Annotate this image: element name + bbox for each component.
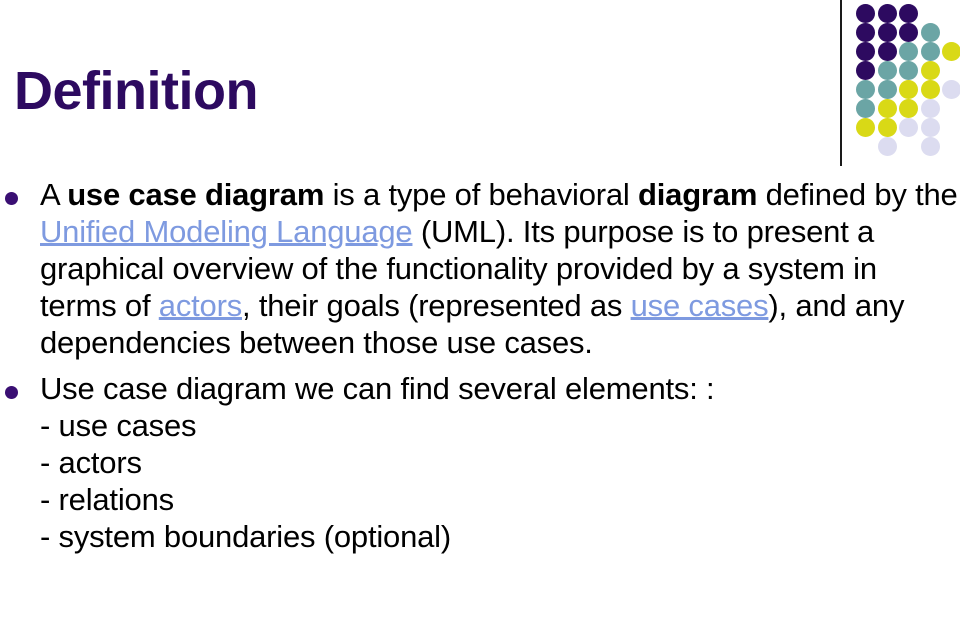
text-run: is a type of behavioral	[324, 177, 638, 212]
decorative-dot	[877, 42, 897, 61]
decorative-dot	[899, 42, 918, 61]
text-run: defined by the	[757, 177, 958, 212]
bullet-2-sub-list: - use cases - actors - relations - system b…	[40, 407, 960, 555]
hyperlink[interactable]: actors	[159, 288, 242, 323]
emphasized-text: diagram	[638, 177, 758, 212]
bullet-marker-icon	[5, 192, 18, 205]
hyperlink[interactable]: use cases	[631, 288, 769, 323]
decorative-dot	[920, 42, 940, 61]
text-run: , their goals (represented as	[242, 288, 631, 323]
slide-body: A use case diagram is a type of behavior…	[0, 176, 960, 555]
decorative-dot	[899, 4, 918, 23]
decorative-dot	[856, 4, 875, 23]
decorative-dot	[899, 118, 918, 137]
decorative-dot	[920, 61, 940, 80]
decorative-dot	[899, 61, 918, 80]
decorative-dot	[920, 80, 940, 99]
decorative-dot	[877, 99, 897, 118]
decorative-dot	[899, 99, 918, 118]
bullet-1-text: A use case diagram is a type of behavior…	[40, 176, 960, 361]
decorative-dot	[920, 99, 940, 118]
decorative-dot	[856, 99, 875, 118]
sub-list-item: - relations	[40, 482, 174, 517]
decorative-dot	[920, 137, 940, 156]
header-divider-line	[840, 0, 842, 166]
page-title: Definition	[14, 61, 258, 121]
sub-list-item: - use cases	[40, 408, 197, 443]
decorative-dot	[856, 118, 875, 137]
decorative-dot	[877, 23, 897, 42]
decorative-dot	[877, 118, 897, 137]
emphasized-text: use case diagram	[67, 177, 325, 212]
decorative-dot	[856, 61, 875, 80]
decorative-dot-grid	[856, 4, 960, 156]
decorative-dot	[877, 4, 897, 23]
text-run: A	[40, 177, 68, 212]
decorative-dot	[920, 23, 940, 42]
bullet-item-1: A use case diagram is a type of behavior…	[0, 176, 960, 361]
decorative-dot	[877, 80, 897, 99]
sub-list-item: - actors	[40, 445, 142, 480]
sub-list-item: - system boundaries (optional)	[40, 519, 451, 554]
decorative-dot	[856, 42, 875, 61]
hyperlink[interactable]: Unified Modeling Language	[40, 214, 413, 249]
bullet-item-2: Use case diagram we can find several ele…	[0, 370, 960, 555]
decorative-dot	[899, 23, 918, 42]
text-run: Use case diagram we can find several ele…	[40, 371, 715, 406]
slide-canvas: Definition A use case diagram is a type …	[0, 0, 960, 638]
decorative-dot	[856, 23, 875, 42]
decorative-dot	[856, 80, 875, 99]
decorative-dot	[920, 118, 940, 137]
decorative-dot	[877, 61, 897, 80]
bullet-marker-icon	[5, 386, 18, 399]
bullet-2-text: Use case diagram we can find several ele…	[40, 370, 960, 407]
decorative-dot	[942, 80, 960, 99]
decorative-dot	[877, 137, 897, 156]
decorative-dot	[899, 80, 918, 99]
decorative-dot	[942, 42, 960, 61]
